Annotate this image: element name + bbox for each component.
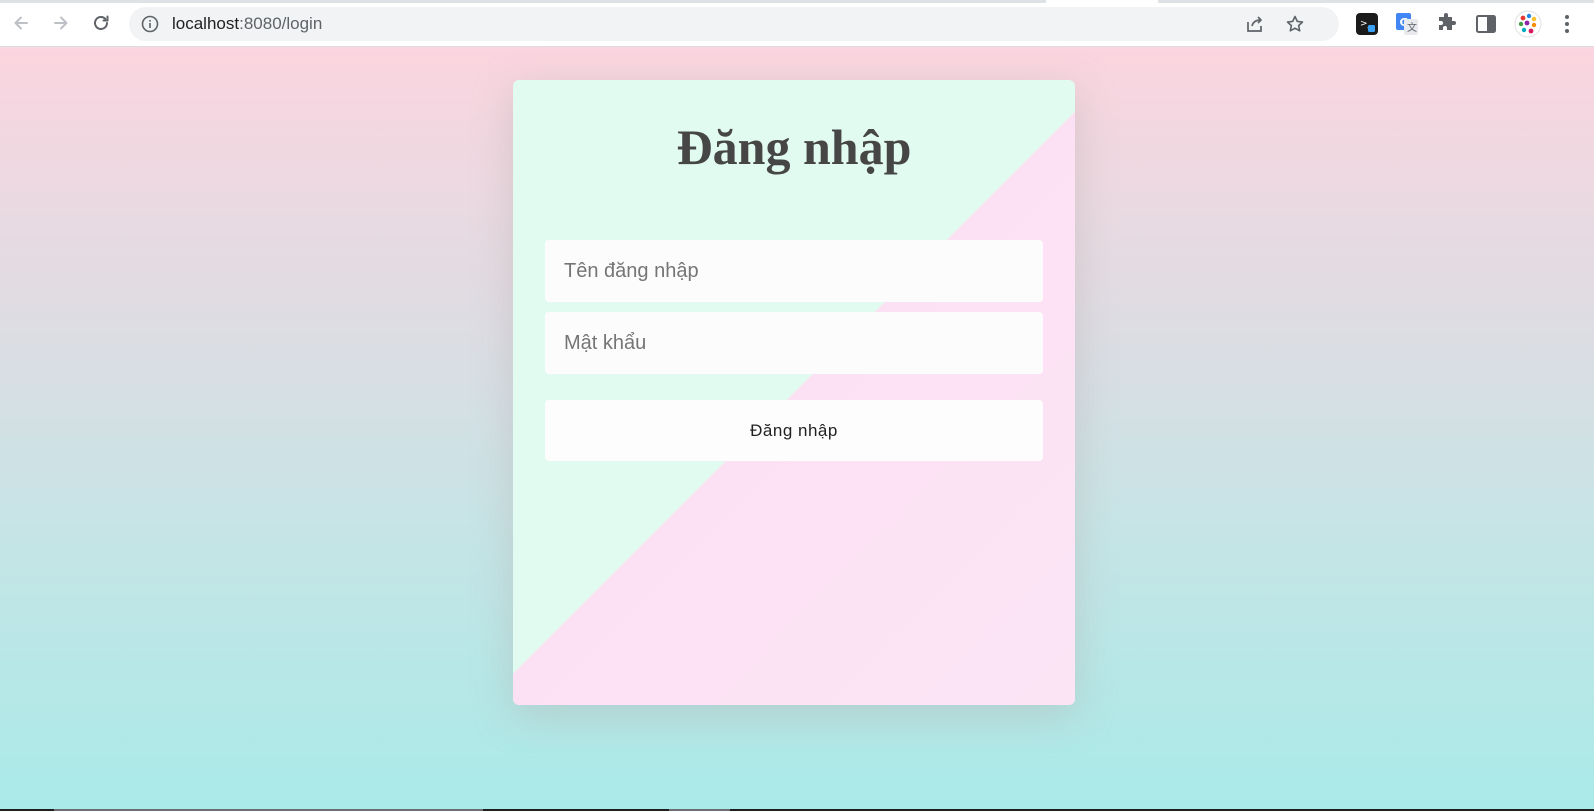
username-input[interactable] [545, 240, 1043, 302]
kebab-menu-icon[interactable] [1555, 12, 1579, 36]
tab-strip [0, 0, 1594, 3]
url-path: :8080/login [239, 14, 323, 33]
address-bar[interactable]: localhost:8080/login [129, 7, 1339, 41]
side-panel-icon[interactable] [1474, 12, 1498, 36]
reload-icon [94, 15, 109, 30]
puzzle-piece-icon[interactable] [1435, 12, 1459, 36]
info-circle-icon[interactable] [141, 15, 159, 33]
browser-toolbar: localhost:8080/login >_ G 文 [0, 0, 1594, 47]
url-host: localhost [172, 14, 240, 33]
reload-button[interactable] [87, 9, 115, 37]
active-tab-edge[interactable] [1046, 0, 1158, 3]
profile-avatar-icon[interactable] [1514, 10, 1542, 38]
login-page: Đăng nhập Đăng nhập [0, 47, 1594, 811]
forward-button[interactable] [47, 9, 75, 37]
share-icon[interactable] [1245, 14, 1265, 34]
url-text[interactable]: localhost:8080/login [172, 7, 322, 41]
svg-text:文: 文 [1407, 21, 1417, 34]
google-translate-icon[interactable]: G 文 [1395, 12, 1419, 36]
arrow-right-icon [54, 16, 68, 30]
back-button[interactable] [7, 9, 35, 37]
star-outline-icon[interactable] [1285, 14, 1305, 34]
password-input[interactable] [545, 312, 1043, 374]
login-title: Đăng nhập [676, 119, 912, 175]
extension-terminal-icon[interactable]: >_ [1355, 12, 1379, 36]
login-button[interactable]: Đăng nhập [545, 400, 1043, 461]
arrow-left-icon [14, 16, 28, 30]
login-card: Đăng nhập Đăng nhập [513, 80, 1075, 705]
